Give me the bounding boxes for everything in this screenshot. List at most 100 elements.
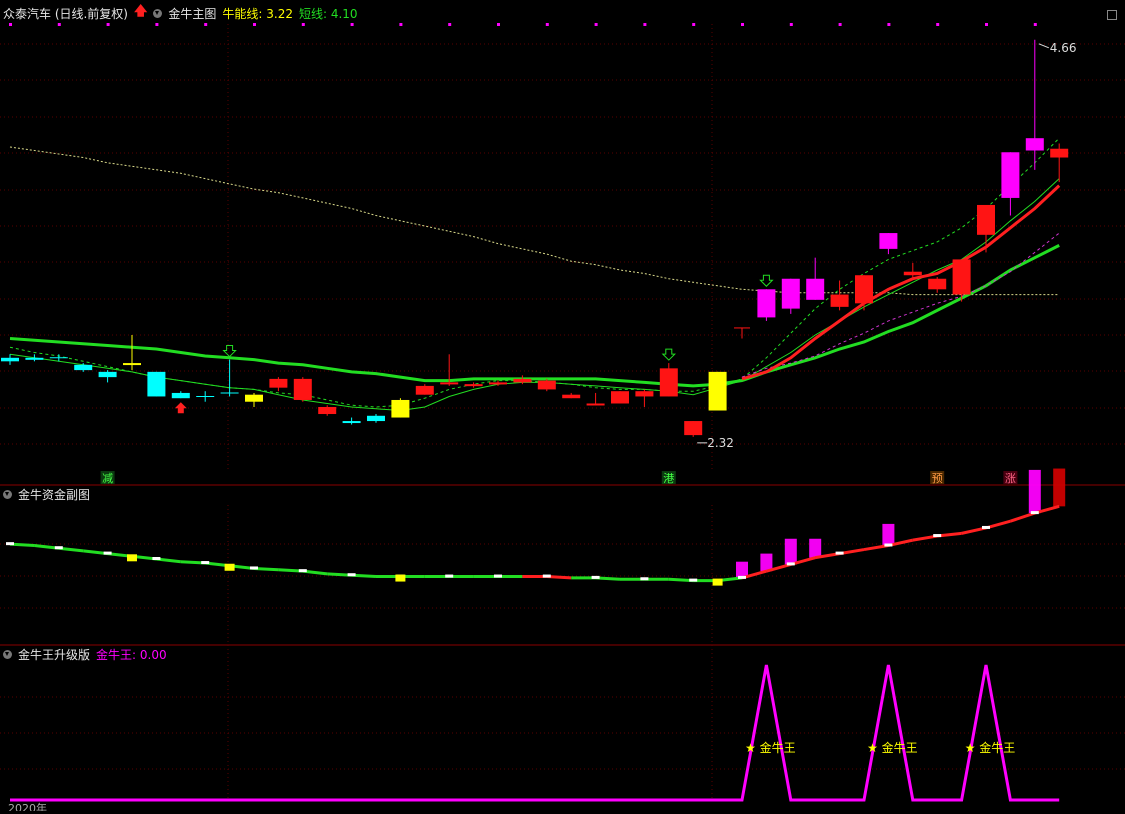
capital-line-seg (1009, 511, 1036, 523)
capital-bar (809, 538, 822, 558)
capital-white-dash (347, 573, 356, 577)
capital-yellow-block (395, 574, 406, 582)
top-dot-mark (545, 23, 549, 26)
top-dot-mark (155, 23, 159, 26)
candle-body (586, 403, 605, 406)
capital-panel-header: 金牛资金副图 (0, 486, 90, 502)
red-up-arrow-icon: 🡅 (134, 4, 148, 19)
capital-yellow-block (127, 554, 137, 562)
capital-white-dash (250, 566, 258, 570)
candle-body (1025, 138, 1044, 151)
candle-body (952, 259, 971, 295)
chart-canvas: 4.66 2.32 减 港 预 涨 ★ 金牛王 ★ 金牛王 ★ 金牛王 2020年 (0, 23, 1125, 814)
candle-body (611, 391, 629, 404)
king-panel-title[interactable]: 金牛王升级版 (18, 646, 90, 663)
candle-body (684, 421, 703, 436)
candle-body (977, 204, 995, 235)
candle-body (1001, 152, 1020, 198)
collapse-toggle-icon[interactable] (3, 649, 12, 659)
capital-panel-title[interactable]: 金牛资金副图 (18, 486, 90, 503)
top-dot-mark (106, 23, 110, 26)
capital-bar (1028, 469, 1041, 514)
candle-body (293, 378, 312, 400)
collapse-toggle-icon[interactable] (153, 8, 163, 18)
king-panel-header: 金牛王升级版 金牛王: 0.00 (0, 646, 167, 662)
capital-white-dash (835, 551, 844, 555)
king-value: 金牛王: 0.00 (96, 647, 167, 662)
capital-white-dash (103, 551, 112, 555)
main-green-line (9, 244, 1060, 388)
top-dot-mark (57, 23, 61, 26)
candle-body (635, 391, 654, 397)
capital-white-dash (54, 546, 63, 550)
candle-body (830, 294, 849, 307)
candle-body (171, 392, 190, 399)
king-signal-label: ★ 金牛王 (867, 740, 918, 755)
high-price-label: 4.66 (1050, 41, 1077, 55)
top-dot-mark (497, 23, 500, 26)
high-pointer (1038, 43, 1049, 49)
top-dot-mark (838, 23, 842, 26)
green-dashed-line (9, 137, 1060, 408)
candle-body (415, 385, 434, 395)
capital-white-dash (982, 525, 990, 529)
candle-body (1050, 148, 1069, 158)
thin-green-line (9, 178, 1060, 412)
candle-body (318, 406, 337, 415)
capital-white-dash (494, 574, 502, 578)
maximize-box-icon[interactable] (1107, 10, 1117, 20)
capital-white-dash (933, 534, 942, 538)
collapse-toggle-icon[interactable] (3, 489, 12, 499)
king-line (10, 664, 1060, 802)
capital-white-dash (6, 542, 14, 546)
king-signal-label: ★ 金牛王 (745, 740, 796, 755)
signal-jian: 减 (102, 472, 113, 485)
candle-body (537, 380, 556, 390)
candle-body (25, 357, 44, 360)
capital-white-dash (1030, 511, 1039, 515)
top-dot-mark (887, 23, 891, 26)
king-signal-label: ★ 金牛王 (965, 740, 1016, 755)
candle-body (928, 278, 947, 290)
candle-body (757, 289, 776, 318)
top-dot-mark (448, 23, 452, 26)
capital-bar (1053, 468, 1066, 507)
candle-body (855, 275, 873, 304)
chart-root: 4.66 2.32 减 港 预 涨 ★ 金牛王 ★ 金牛王 ★ 金牛王 2020年 (0, 0, 1125, 814)
capital-white-dash (884, 543, 893, 547)
candle-body (98, 371, 117, 378)
candle-body (879, 233, 898, 249)
down-arrow-icon (222, 345, 237, 358)
candle-body (903, 271, 922, 276)
candle-body (464, 384, 483, 387)
capital-white-dash (152, 557, 161, 560)
top-dot-mark (692, 23, 696, 26)
capital-white-dash (445, 574, 454, 578)
bull-line-value: 牛能线: 3.22 (222, 6, 293, 21)
top-dot-mark (594, 23, 598, 26)
capital-white-dash (738, 575, 746, 579)
top-dot-mark (1033, 23, 1037, 26)
candle-body (562, 394, 581, 399)
capital-white-dash (201, 561, 210, 565)
short-line-value: 短线: 4.10 (298, 6, 358, 21)
top-dot-mark (741, 23, 744, 26)
main-panel-header: 众泰汽车 (日线.前复权) 🡅 金牛主图 牛能线: 3.22 短线: 4.10 (0, 4, 358, 22)
candle-body (74, 364, 93, 371)
top-dot-mark (789, 23, 793, 26)
candle-body (1, 357, 19, 362)
year-label: 2020年 (8, 801, 47, 811)
down-arrow-icon (661, 348, 677, 361)
main-indicator-name[interactable]: 金牛主图 (168, 5, 216, 22)
signal-zhang: 涨 (1005, 472, 1016, 485)
top-dot-mark (253, 23, 256, 26)
stock-title[interactable]: 众泰汽车 (日线.前复权) (3, 5, 128, 22)
candle-body (489, 382, 507, 385)
capital-white-dash (640, 577, 649, 581)
capital-yellow-block (224, 563, 235, 571)
candle-body (245, 394, 263, 402)
top-dot-mark (350, 23, 354, 26)
candle-body (367, 415, 385, 422)
top-dot-mark (985, 23, 988, 26)
top-dot-mark (399, 23, 403, 26)
